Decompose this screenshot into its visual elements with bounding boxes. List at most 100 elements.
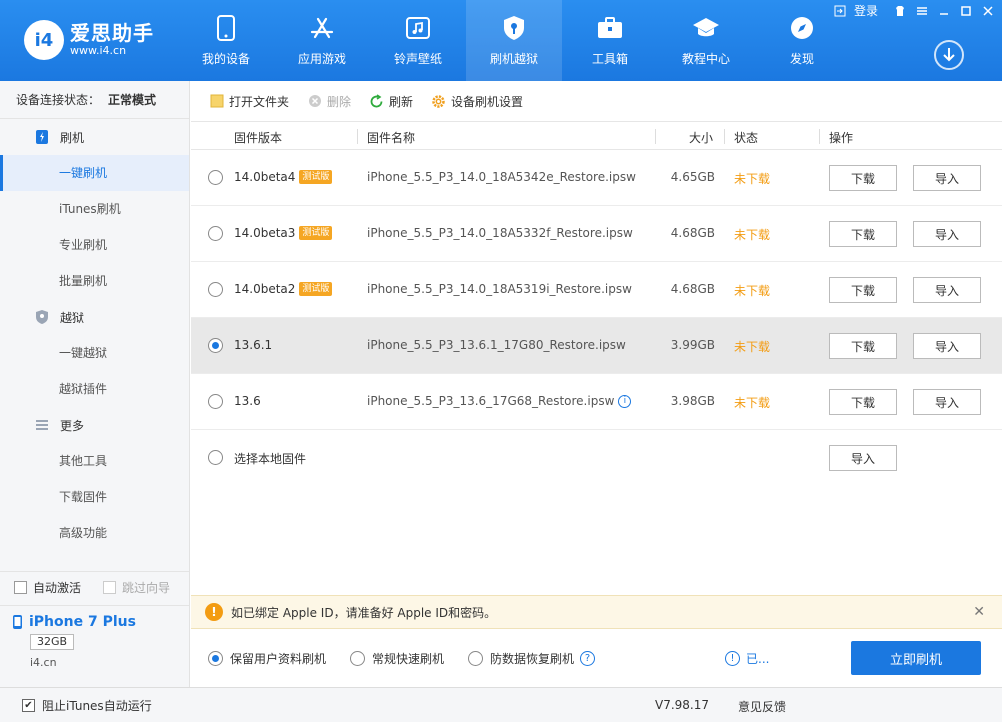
beta-tag: 测试版 (299, 170, 333, 184)
flash-options: 保留用户资料刷机 常规快速刷机 防数据恢复刷机 ? ! 已... 立即刷机 (191, 629, 1002, 687)
device-panel[interactable]: iPhone 7 Plus 32GB i4.cn (0, 605, 189, 687)
download-button[interactable]: 下载 (829, 333, 897, 359)
menu-lines-icon (34, 417, 50, 433)
nav-toolbox[interactable]: 工具箱 (562, 0, 658, 81)
warning-link[interactable]: ! 已... (725, 650, 769, 667)
firmware-version: 13.6.1 (234, 338, 273, 352)
notice-text: 如已绑定 Apple ID，请准备好 Apple ID和密码。 (231, 605, 497, 620)
firmware-size: 4.68GB (670, 282, 715, 296)
download-button[interactable]: 下载 (829, 277, 897, 303)
sidebar-item-itunes-flash[interactable]: iTunes刷机 (0, 191, 189, 227)
firmware-row[interactable]: 14.0beta3 测试版 iPhone_5.5_P3_14.0_18A5332f… (191, 206, 1002, 262)
import-button[interactable]: 导入 (913, 165, 981, 191)
app-name: 爱思助手 (70, 21, 154, 45)
sidebar-item-other-tools[interactable]: 其他工具 (0, 443, 189, 479)
firmware-version: 13.6 (234, 394, 261, 408)
firmware-radio[interactable] (208, 170, 223, 185)
download-button[interactable]: 下载 (829, 389, 897, 415)
firmware-row[interactable]: 13.6 iPhone_5.5_P3_13.6_17G68_Restore.ip… (191, 374, 1002, 430)
delete-button[interactable]: 删除 (307, 93, 351, 110)
info-circle-icon: ! (725, 651, 740, 666)
download-button[interactable]: 下载 (829, 165, 897, 191)
minimize-icon[interactable] (936, 3, 952, 19)
download-button[interactable]: 下载 (829, 221, 897, 247)
app-url: www.i4.cn (70, 44, 127, 57)
connection-status-value: 正常模式 (108, 93, 157, 107)
local-firmware-row[interactable]: 选择本地固件 导入 (191, 430, 1002, 486)
skip-guide-checkbox[interactable] (103, 581, 117, 594)
local-firmware-radio[interactable] (208, 450, 223, 465)
firmware-radio[interactable] (208, 282, 223, 297)
refresh-button[interactable]: 刷新 (369, 93, 413, 110)
sidebar-item-one-click-flash[interactable]: 一键刷机 (0, 155, 189, 191)
feedback-link[interactable]: 意见反馈 (738, 698, 786, 715)
flash-settings-button[interactable]: 设备刷机设置 (431, 93, 523, 110)
sidebar-options: 自动激活 跳过向导 (0, 571, 189, 603)
firmware-size: 4.65GB (670, 170, 715, 184)
quick-flash-radio[interactable] (350, 651, 365, 666)
sidebar: 设备连接状态： 正常模式 刷机 一键刷机 iTunes刷机 专业刷机 批量刷机 越… (0, 81, 190, 687)
sidebar-group-flash[interactable]: 刷机 (0, 119, 189, 155)
firmware-row[interactable]: 14.0beta4 测试版 iPhone_5.5_P3_14.0_18A5342e… (191, 150, 1002, 206)
import-button[interactable]: 导入 (913, 277, 981, 303)
firmware-radio[interactable] (208, 394, 223, 409)
sidebar-item-pro-flash[interactable]: 专业刷机 (0, 227, 189, 263)
nav-apps-games[interactable]: 应用游戏 (274, 0, 370, 81)
sidebar-item-batch-flash[interactable]: 批量刷机 (0, 263, 189, 299)
anti-recovery-radio[interactable] (468, 651, 483, 666)
menu-icon[interactable] (914, 3, 930, 19)
option-keep-data[interactable]: 保留用户资料刷机 (208, 650, 326, 667)
login-icon[interactable] (832, 3, 848, 19)
skin-icon[interactable] (892, 3, 908, 19)
firmware-name: iPhone_5.5_P3_13.6_17G68_Restore.ipsw (367, 394, 615, 408)
sidebar-item-jailbreak-plugins[interactable]: 越狱插件 (0, 371, 189, 407)
compass-icon (788, 14, 816, 42)
info-icon[interactable]: i (618, 394, 632, 408)
nav-flash-jailbreak[interactable]: 刷机越狱 (466, 0, 562, 81)
firmware-row[interactable]: 14.0beta2 测试版 iPhone_5.5_P3_14.0_18A5319i… (191, 262, 1002, 318)
firmware-status: 未下载 (734, 396, 771, 410)
nav-my-device[interactable]: 我的设备 (178, 0, 274, 81)
beta-tag: 测试版 (299, 282, 333, 296)
firmware-name: iPhone_5.5_P3_14.0_18A5342e_Restore.ipsw (367, 170, 636, 184)
sidebar-item-download-firmware[interactable]: 下载固件 (0, 479, 189, 515)
phone-icon (212, 14, 240, 42)
nav-tutorials[interactable]: 教程中心 (658, 0, 754, 81)
music-icon (404, 14, 432, 42)
sidebar-group-more[interactable]: 更多 (0, 407, 189, 443)
firmware-radio-selected[interactable] (208, 338, 223, 353)
app-version: V7.98.17 (655, 698, 710, 712)
help-icon[interactable]: ? (580, 651, 596, 666)
import-button[interactable]: 导入 (913, 389, 981, 415)
folder-icon (209, 94, 224, 109)
auto-activate-checkbox[interactable] (14, 581, 27, 594)
toolbar: 打开文件夹 删除 刷新 设备刷机设置 (191, 81, 1002, 121)
nav-ringtones-wallpapers[interactable]: 铃声壁纸 (370, 0, 466, 81)
firmware-table-header: 固件版本 固件名称 大小 状态 操作 (191, 121, 1002, 150)
close-icon[interactable] (980, 3, 996, 19)
firmware-row-selected[interactable]: 13.6.1 iPhone_5.5_P3_13.6.1_17G80_Restor… (191, 318, 1002, 374)
keep-data-radio[interactable] (208, 651, 223, 666)
sidebar-item-advanced[interactable]: 高级功能 (0, 515, 189, 551)
block-itunes-option[interactable]: ✔ 阻止iTunes自动运行 (22, 697, 152, 714)
local-import-button[interactable]: 导入 (829, 445, 897, 471)
close-notice-icon[interactable]: ✕ (973, 604, 985, 620)
flash-now-button[interactable]: 立即刷机 (851, 641, 981, 675)
header-name: 固件名称 (367, 131, 416, 145)
maximize-icon[interactable] (958, 3, 974, 19)
firmware-radio[interactable] (208, 226, 223, 241)
apple-id-notice: ! 如已绑定 Apple ID，请准备好 Apple ID和密码。 ✕ (191, 595, 1002, 629)
sidebar-item-one-click-jailbreak[interactable]: 一键越狱 (0, 335, 189, 371)
block-itunes-checkbox[interactable]: ✔ (22, 699, 35, 712)
firmware-size: 3.99GB (670, 338, 715, 352)
login-link[interactable]: 登录 (854, 2, 878, 19)
download-manager-icon[interactable] (934, 40, 964, 70)
import-button[interactable]: 导入 (913, 333, 981, 359)
iphone-icon (12, 614, 23, 630)
option-anti-recovery[interactable]: 防数据恢复刷机 ? (468, 650, 596, 667)
import-button[interactable]: 导入 (913, 221, 981, 247)
open-folder-button[interactable]: 打开文件夹 (209, 93, 289, 110)
sidebar-group-jailbreak[interactable]: 越狱 (0, 299, 189, 335)
header-status: 状态 (734, 131, 759, 145)
option-quick-flash[interactable]: 常规快速刷机 (350, 650, 444, 667)
